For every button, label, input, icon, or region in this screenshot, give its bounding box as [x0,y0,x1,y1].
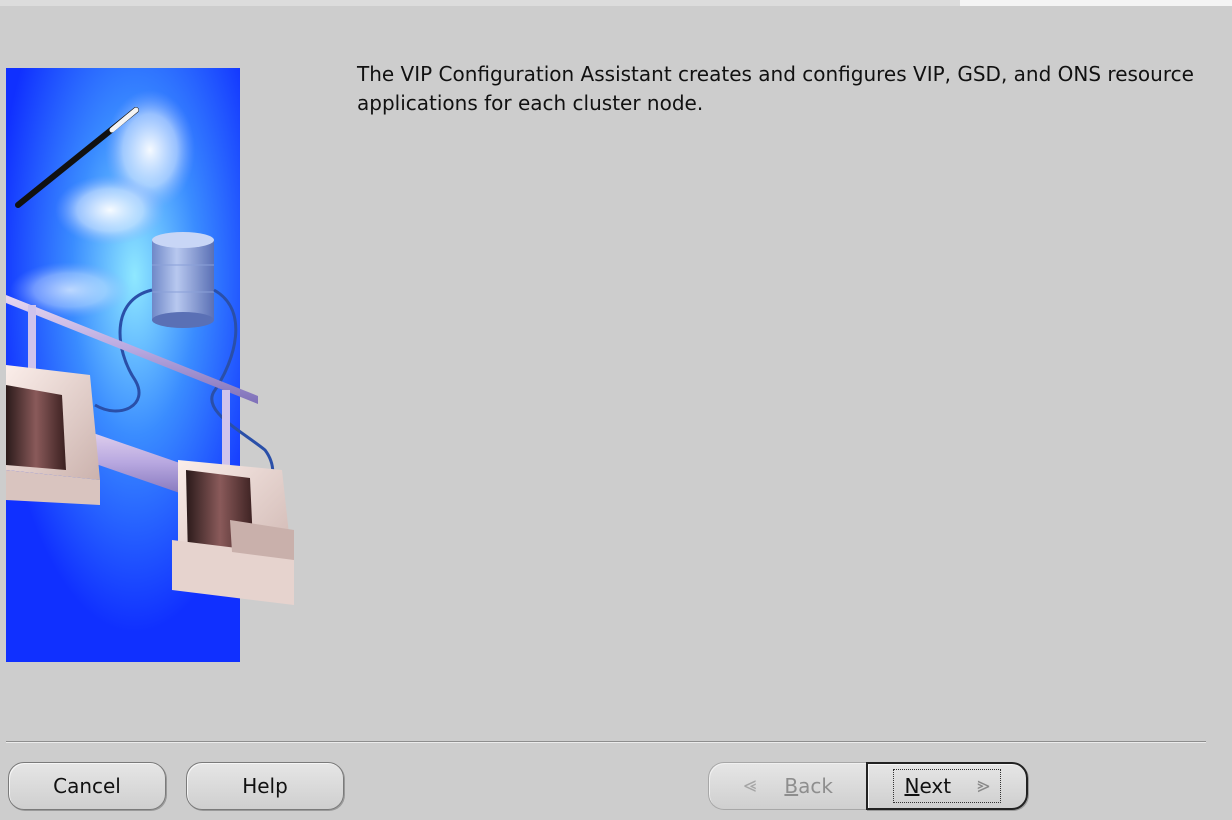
title-strip [0,0,960,6]
next-mnemonic: N [904,774,920,798]
chevron-right-icon: ⪢ [977,773,990,798]
cancel-button[interactable]: Cancel [8,762,166,810]
description-text: The VIP Configuration Assistant creates … [357,62,1194,115]
chevron-left-icon: ⪡ [744,773,757,798]
cancel-button-label: Cancel [53,774,121,798]
title-strip-right [960,0,1232,6]
next-label-rest: ext [919,774,952,798]
vip-configuration-window: The VIP Configuration Assistant creates … [0,0,1232,820]
button-separator [6,741,1206,743]
next-focus-ring: Next ⪢ [893,769,1001,803]
back-button[interactable]: ⪡ Back [708,762,868,810]
back-mnemonic: B [784,774,799,798]
back-button-label: Back [784,774,833,798]
back-label-rest: ack [798,774,833,798]
cluster-network-illustration [6,68,294,662]
help-button-label: Help [242,774,288,798]
help-button[interactable]: Help [186,762,344,810]
next-button-label: Next [904,774,951,798]
back-button-content: ⪡ Back [744,774,833,798]
next-button[interactable]: Next ⪢ [866,762,1028,810]
